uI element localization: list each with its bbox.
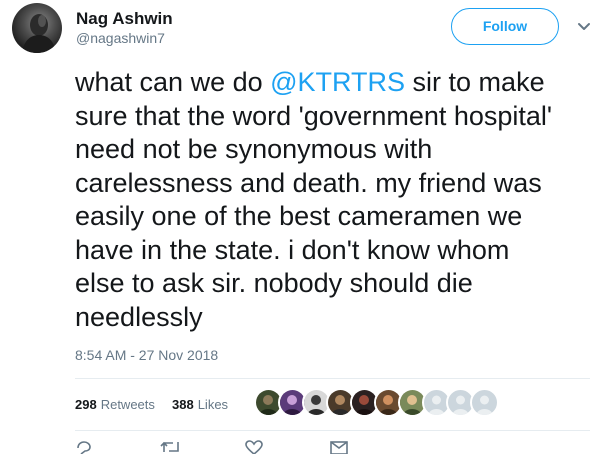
author-avatar[interactable] [12,3,62,53]
tweet-line-5: easily one of the best cameramen we [75,201,523,231]
divider [75,378,590,379]
reply-action[interactable] [75,440,93,454]
divider [75,430,590,431]
tweet-line-2: sure that the word 'government hospital' [75,100,553,131]
tweet-timestamp[interactable]: 8:54 AM - 27 Nov 2018 [75,347,218,363]
tweet-text-segment: sir to make [405,67,545,97]
retweet-action[interactable] [160,440,182,452]
author-handle[interactable]: @nagashwin7 [76,30,165,46]
likes-label: Likes [197,397,229,412]
heart-icon [245,440,263,454]
chevron-down-icon[interactable] [576,20,592,32]
message-action[interactable] [330,440,348,454]
retweets-label: Retweets [100,397,155,412]
tweet-line-1: what can we do @KTRTRS sir to make [75,66,590,100]
liker-avatar-placeholder[interactable] [470,388,499,417]
profile-photo-icon [22,14,56,53]
tweet-line-6: have in the state. i don't know whom [75,234,510,265]
reply-icon [77,441,91,454]
likes-stat[interactable]: 388 Likes [172,397,228,412]
tweet-line-3: need not be synonymous with [75,134,433,164]
likes-count: 388 [172,397,194,412]
retweet-icon [160,441,179,452]
author-name[interactable]: Nag Ashwin [76,9,173,29]
envelope-icon [330,441,348,454]
tweet-line-8: needlessly [75,301,203,332]
retweets-count: 298 [75,397,97,412]
like-action[interactable] [245,440,263,454]
tweet-text: what can we do @KTRTRS sir to make sure … [75,66,590,334]
retweets-stat[interactable]: 298 Retweets [75,397,155,412]
follow-button[interactable]: Follow [451,8,559,45]
tweet-text-segment: what can we do [75,67,271,97]
tweet-line-7: else to ask sir. nobody should die [75,268,473,298]
tweet-line-4: carelessness and death. my friend was [75,167,542,198]
mention-link[interactable]: @KTRTRS [270,67,405,97]
